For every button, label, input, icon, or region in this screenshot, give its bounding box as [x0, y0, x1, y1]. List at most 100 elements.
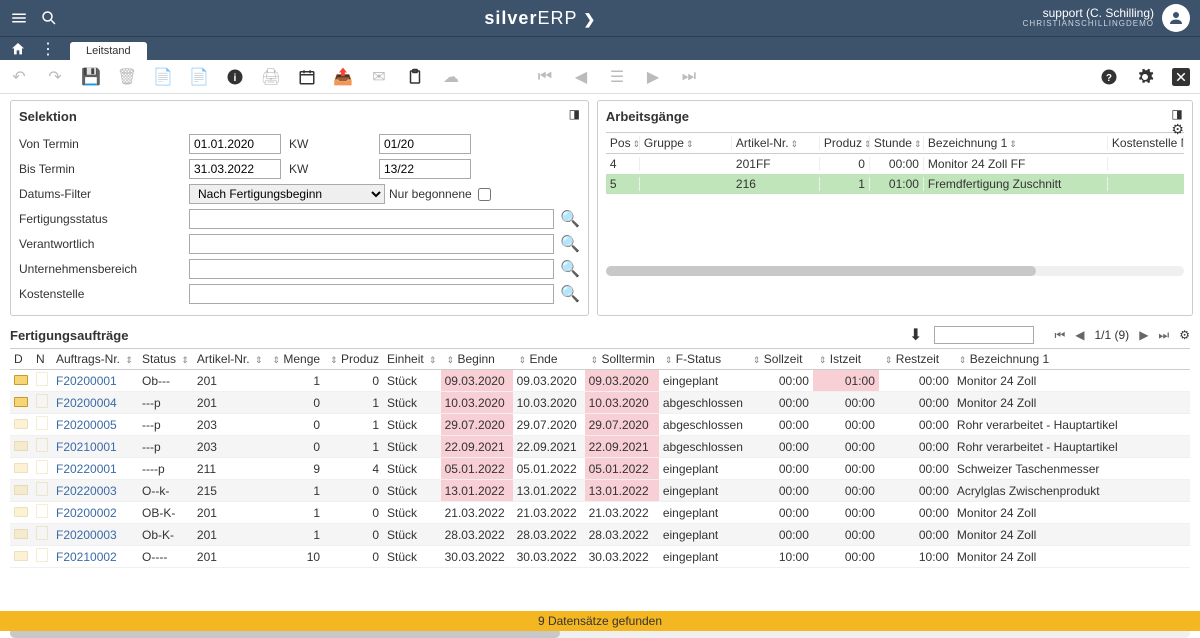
- col-kostenstelle[interactable]: Kostenstelle N⇕: [1108, 136, 1184, 150]
- close-icon[interactable]: [1172, 68, 1190, 86]
- lookup-icon[interactable]: 🔍: [560, 259, 580, 279]
- menu-icon[interactable]: [10, 9, 28, 27]
- brand-logo: silverERP ❯: [58, 8, 1023, 29]
- col-bezeichnung[interactable]: ⇕ Bezeichnung 1: [953, 349, 1190, 370]
- trash-icon[interactable]: 🗑: [118, 68, 136, 86]
- download-icon[interactable]: ⬇: [909, 325, 922, 345]
- unternehmensbereich-input[interactable]: [189, 259, 554, 279]
- arbeitsgang-row[interactable]: 5216101:00Fremdfertigung Zuschnitt: [606, 174, 1184, 194]
- more-icon[interactable]: ⋮: [40, 39, 56, 59]
- col-produz[interactable]: Produz⇕: [820, 136, 870, 150]
- lookup-icon[interactable]: 🔍: [560, 284, 580, 304]
- datums-filter-select[interactable]: Nach Fertigungsbeginn: [189, 184, 385, 204]
- mail-icon[interactable]: ✉: [370, 68, 388, 86]
- col-bezeichnung[interactable]: Bezeichnung 1⇕: [924, 136, 1108, 150]
- kw-label-1: KW: [289, 137, 317, 151]
- col-status[interactable]: Status ⇕: [138, 349, 193, 370]
- print-icon[interactable]: 🖨: [262, 68, 280, 86]
- col-solltermin[interactable]: ⇕ Solltermin: [585, 349, 659, 370]
- user-tenant: CHRISTIANSCHILLINGDEMO: [1023, 20, 1154, 29]
- toolbar: ↶ ↷ 💾 🗑 📄 📄 i 🖨 📤 ✉ ☁ ⏮ ◀ ☰ ▶ ⏭ ?: [0, 60, 1200, 94]
- col-d[interactable]: D: [10, 349, 32, 370]
- pager-next-icon[interactable]: ▶: [1139, 328, 1148, 342]
- prev-icon[interactable]: ◀: [572, 68, 590, 86]
- order-row[interactable]: F20200002 OB-K- 201 1 0 Stück 21.03.2022…: [10, 502, 1190, 524]
- order-row[interactable]: F20220001 ----p 211 9 4 Stück 05.01.2022…: [10, 458, 1190, 480]
- kw-label-2: KW: [289, 162, 317, 176]
- verantwortlich-label: Verantwortlich: [19, 237, 189, 251]
- order-row[interactable]: F20220003 O--k- 215 1 0 Stück 13.01.2022…: [10, 480, 1190, 502]
- bis-termin-input[interactable]: [189, 159, 281, 179]
- col-istzeit[interactable]: ⇕ Istzeit: [813, 349, 879, 370]
- doc1-icon[interactable]: 📄: [154, 68, 172, 86]
- order-row[interactable]: F20200001 Ob--- 201 1 0 Stück 09.03.2020…: [10, 370, 1190, 392]
- col-artikel[interactable]: Artikel-Nr.⇕: [732, 136, 820, 150]
- col-gruppe[interactable]: Gruppe⇕: [640, 136, 732, 150]
- last-icon[interactable]: ⏭: [680, 68, 698, 86]
- kostenstelle-input[interactable]: [189, 284, 554, 304]
- unternehmensbereich-label: Unternehmensbereich: [19, 262, 189, 276]
- clipboard-icon[interactable]: [406, 68, 424, 86]
- search-icon[interactable]: [40, 9, 58, 27]
- svg-text:?: ?: [1106, 72, 1112, 83]
- selektion-title: Selektion: [19, 109, 580, 124]
- order-row[interactable]: F20200004 ---p 201 0 1 Stück 10.03.2020 …: [10, 392, 1190, 414]
- pager-first-icon[interactable]: ⏮: [1054, 328, 1065, 343]
- lookup-icon[interactable]: 🔍: [560, 234, 580, 254]
- order-row[interactable]: F20200005 ---p 203 0 1 Stück 29.07.2020 …: [10, 414, 1190, 436]
- von-termin-input[interactable]: [189, 134, 281, 154]
- order-row[interactable]: F20200003 Ob-K- 201 1 0 Stück 28.03.2022…: [10, 524, 1190, 546]
- verantwortlich-input[interactable]: [189, 234, 554, 254]
- col-produz[interactable]: ⇕ Produz: [324, 349, 383, 370]
- secondbar: ⋮ Leitstand: [0, 36, 1200, 60]
- kw-von-input[interactable]: [379, 134, 471, 154]
- cloud-icon[interactable]: ☁: [442, 68, 460, 86]
- orders-header-row: D N Auftrags-Nr. ⇕ Status ⇕ Artikel-Nr. …: [10, 349, 1190, 370]
- help-icon[interactable]: ?: [1100, 68, 1118, 86]
- col-auftrag[interactable]: Auftrags-Nr. ⇕: [52, 349, 138, 370]
- arbeitsgaenge-header: Pos⇕ Gruppe⇕ Artikel-Nr.⇕ Produz⇕ Stunde…: [606, 132, 1184, 154]
- doc2-icon[interactable]: 📄: [190, 68, 208, 86]
- tab-leitstand[interactable]: Leitstand: [70, 42, 147, 60]
- avatar[interactable]: [1162, 4, 1190, 32]
- arbeitsgang-row[interactable]: 4201FF000:00Monitor 24 Zoll FF: [606, 154, 1184, 174]
- panel-mode-icon[interactable]: ◨⚙: [1171, 107, 1184, 138]
- redo-icon[interactable]: ↷: [46, 68, 64, 86]
- order-row[interactable]: F20210002 O---- 201 10 0 Stück 30.03.202…: [10, 546, 1190, 568]
- export-icon[interactable]: 📤: [334, 68, 352, 86]
- col-einheit[interactable]: Einheit ⇕: [383, 349, 441, 370]
- home-icon[interactable]: [10, 41, 26, 57]
- list-icon[interactable]: ☰: [608, 68, 626, 86]
- nur-begonnene-checkbox[interactable]: [478, 188, 491, 201]
- orders-search-input[interactable]: [934, 326, 1034, 344]
- col-artikel[interactable]: Artikel-Nr. ⇕: [193, 349, 267, 370]
- gear-icon[interactable]: [1136, 68, 1154, 86]
- order-row[interactable]: F20210001 ---p 203 0 1 Stück 22.09.2021 …: [10, 436, 1190, 458]
- col-menge[interactable]: ⇕ Menge: [266, 349, 324, 370]
- col-sollzeit[interactable]: ⇕ Sollzeit: [747, 349, 813, 370]
- col-fstatus[interactable]: ⇕ F-Status: [659, 349, 747, 370]
- bis-termin-label: Bis Termin: [19, 162, 189, 176]
- col-n[interactable]: N: [32, 349, 52, 370]
- panel-mode-icon[interactable]: ◨: [569, 107, 580, 121]
- undo-icon[interactable]: ↶: [10, 68, 28, 86]
- col-pos[interactable]: Pos⇕: [606, 136, 640, 150]
- first-icon[interactable]: ⏮: [536, 68, 554, 86]
- fertigungsstatus-input[interactable]: [189, 209, 554, 229]
- gear-icon[interactable]: ⚙: [1179, 328, 1190, 342]
- ag-scrollbar[interactable]: [606, 266, 1184, 276]
- col-beginn[interactable]: ⇕ Beginn: [441, 349, 513, 370]
- kw-bis-input[interactable]: [379, 159, 471, 179]
- pager-prev-icon[interactable]: ◀: [1075, 328, 1084, 342]
- status-bar: 9 Datensätze gefunden: [0, 611, 1200, 631]
- calendar-icon[interactable]: [298, 68, 316, 86]
- save-icon[interactable]: 💾: [82, 68, 100, 86]
- pager-text: 1/1 (9): [1095, 328, 1130, 342]
- col-ende[interactable]: ⇕ Ende: [513, 349, 585, 370]
- next-icon[interactable]: ▶: [644, 68, 662, 86]
- lookup-icon[interactable]: 🔍: [560, 209, 580, 229]
- info-icon[interactable]: i: [226, 68, 244, 86]
- col-stunden[interactable]: Stunde⇕: [870, 136, 924, 150]
- col-restzeit[interactable]: ⇕ Restzeit: [879, 349, 953, 370]
- pager-last-icon[interactable]: ⏭: [1158, 328, 1169, 343]
